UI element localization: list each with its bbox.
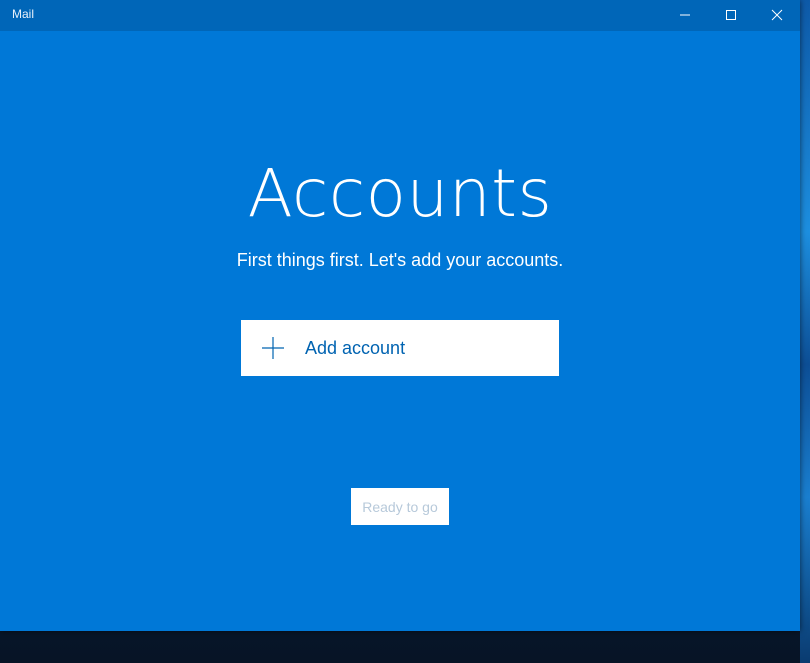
- add-account-button[interactable]: Add account: [241, 320, 559, 376]
- ready-to-go-button[interactable]: Ready to go: [351, 488, 449, 525]
- desktop-background-edge: [800, 0, 810, 663]
- minimize-icon: [680, 14, 690, 16]
- add-account-label: Add account: [305, 338, 406, 358]
- app-title: Mail: [12, 7, 35, 21]
- page-subtitle: First things first. Let's add your accou…: [236, 250, 564, 270]
- plus-icon: [262, 337, 284, 359]
- ready-to-go-label: Ready to go: [362, 498, 438, 515]
- title-bar[interactable]: Mail: [0, 0, 800, 31]
- page-title: Accounts: [247, 155, 553, 232]
- minimize-button[interactable]: [662, 0, 708, 30]
- close-button[interactable]: [754, 0, 800, 30]
- maximize-button[interactable]: [708, 0, 754, 30]
- mail-window: Mail Accounts First things first. Let's …: [0, 0, 800, 631]
- close-icon: [771, 9, 783, 21]
- maximize-icon: [726, 10, 736, 20]
